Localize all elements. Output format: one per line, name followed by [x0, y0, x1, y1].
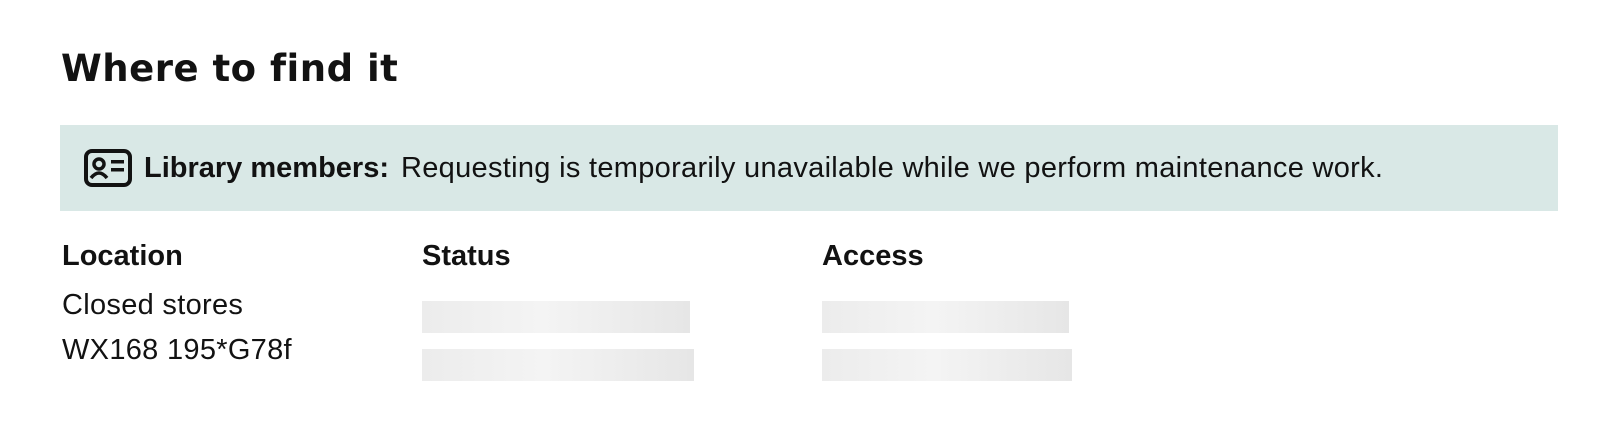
access-column-header: Access [822, 240, 924, 272]
maintenance-notice: Library members: Requesting is temporari… [60, 125, 1558, 211]
shelfmark-text: WX168 195*G78f [62, 334, 292, 366]
status-loading-placeholder [422, 349, 694, 381]
notice-label: Library members: [144, 151, 389, 184]
location-column-header: Location [62, 240, 183, 272]
notice-message: Requesting is temporarily unavailable wh… [401, 151, 1384, 184]
member-card-icon [84, 149, 132, 187]
location-text: Closed stores [62, 289, 244, 321]
access-loading-placeholder [822, 301, 1069, 333]
access-loading-placeholder [822, 349, 1072, 381]
status-loading-placeholder [422, 301, 690, 333]
section-heading: Where to find it [61, 47, 399, 90]
status-column-header: Status [422, 240, 511, 272]
